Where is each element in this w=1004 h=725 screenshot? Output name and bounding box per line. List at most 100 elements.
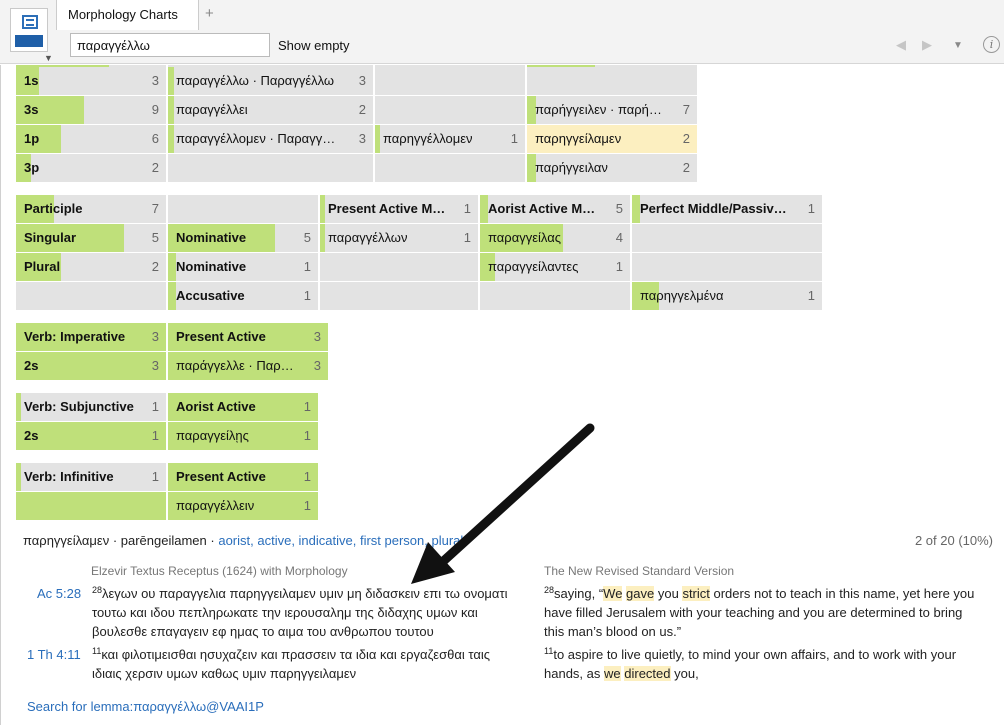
cell-p1p-impf[interactable]: παρηγγέλλομεν 1	[375, 125, 525, 153]
cell-inf2-form[interactable]: παραγγέλλειν 1	[168, 492, 318, 520]
cell-p1p-pres[interactable]: παραγγέλλομεν · Παραγγ… 3	[168, 125, 373, 153]
cell-bar	[168, 253, 176, 281]
cell-p1p-aor[interactable]: παρηγγείλαμεν 2	[527, 125, 697, 153]
lemma-input[interactable]	[70, 33, 270, 57]
cell-inf-label[interactable]: Verb: Infinitive 1	[16, 463, 166, 491]
left-version-heading: Elzevir Textus Receptus (1624) with Morp…	[91, 564, 348, 578]
english-verse-text[interactable]: 11to aspire to live quietly, to mind you…	[544, 645, 984, 683]
cell-count: 1	[303, 259, 311, 274]
cell-pl-case[interactable]: Nominative 1	[168, 253, 318, 281]
result-count: 2 of 20 (10%)	[914, 533, 993, 548]
highlighted-word: We	[603, 586, 623, 601]
back-arrow-icon[interactable]: ◀	[896, 37, 906, 53]
cell-count: 9	[151, 102, 159, 117]
cell-count: 2	[151, 259, 159, 274]
tab-morphology-charts[interactable]: Morphology Charts	[56, 0, 199, 30]
cell-count: 3	[151, 329, 159, 344]
cell-bar	[320, 195, 325, 223]
cell-pl-pmp[interactable]	[632, 253, 822, 281]
cell-sg-pmp[interactable]	[632, 224, 822, 252]
cell-part-aam[interactable]: Aorist Active Ma… 5	[480, 195, 630, 223]
search-lemma-link[interactable]: Search for lemma:παραγγέλλω@VAAI1P	[27, 699, 264, 714]
panel-menu-icon[interactable]	[10, 8, 48, 52]
cell-label: παραγγέλλειν	[176, 498, 255, 513]
cell-label: παρήγγειλεν · παρή…	[535, 102, 662, 117]
cell-p3p-label[interactable]: 3p 2	[16, 154, 166, 182]
cell-count: 3	[151, 358, 159, 373]
cell-count: 5	[303, 230, 311, 245]
cell-bar	[320, 224, 325, 252]
greek-verse-text[interactable]: 11και φιλοτιμεισθαι ησυχαζειν και πρασσε…	[92, 645, 517, 683]
cell-p1s-aor[interactable]	[527, 67, 697, 95]
selected-form-info: παρηγγείλαμεν · parēngeilamen · aorist, …	[23, 533, 463, 548]
cell-count: 6	[151, 131, 159, 146]
cell-part-pam[interactable]: Present Active M… 1	[320, 195, 478, 223]
cell-acc-pmp[interactable]: παρηγγελμένα 1	[632, 282, 822, 310]
history-dropdown-icon[interactable]: ▼	[953, 40, 963, 51]
cell-count: 4	[615, 230, 623, 245]
cell-part-pmp[interactable]: Perfect Middle/Passiv… 1	[632, 195, 822, 223]
cell-label: παραγγέλλομεν · Παραγγ…	[176, 131, 336, 146]
cell-p3s-label[interactable]: 3s 9	[16, 96, 166, 124]
cell-pl-pam[interactable]	[320, 253, 478, 281]
cell-p3s-aor[interactable]: παρήγγειλεν · παρή… 7	[527, 96, 697, 124]
cell-count: 3	[151, 73, 159, 88]
cell-p3p-impf[interactable]	[375, 154, 525, 182]
parse-link[interactable]: aorist, active, indicative, first person…	[218, 533, 463, 548]
forward-arrow-icon[interactable]: ▶	[922, 37, 932, 53]
verse-reference-link[interactable]: 1 Th 4:11	[27, 647, 81, 662]
english-text: you	[654, 586, 683, 601]
cell-p1p-label[interactable]: 1p 6	[16, 125, 166, 153]
greek-verse-text[interactable]: 28λεγων ου παραγγελια παρηγγειλαμεν υμιν…	[92, 584, 517, 641]
cell-label: Singular	[24, 230, 77, 245]
cell-imp2s-form[interactable]: παράγγελλε · Παρ… 3	[168, 352, 328, 380]
cell-p3p-pres[interactable]	[168, 154, 373, 182]
cell-pl-label[interactable]: Plural 2	[16, 253, 166, 281]
cell-sub-tense[interactable]: Aorist Active 1	[168, 393, 318, 421]
cell-count: 5	[151, 230, 159, 245]
cell-sub2s-form[interactable]: παραγγείλῃς 1	[168, 422, 318, 450]
cell-label: Present Active M…	[328, 201, 446, 216]
cell-inf-tense[interactable]: Present Active 1	[168, 463, 318, 491]
info-icon[interactable]: i	[983, 36, 1000, 53]
cell-acc-label[interactable]	[16, 282, 166, 310]
cell-count: 2	[682, 160, 690, 175]
cell-count: 2	[151, 160, 159, 175]
cell-sub2s-label[interactable]: 2s 1	[16, 422, 166, 450]
cell-imp2s-label[interactable]: 2s 3	[16, 352, 166, 380]
cell-p1s-label[interactable]: 1s 3	[16, 67, 166, 95]
cell-bar	[168, 125, 175, 153]
cell-acc-case[interactable]: Accusative 1	[168, 282, 318, 310]
cell-sg-label[interactable]: Singular 5	[16, 224, 166, 252]
cell-count: 3	[358, 73, 366, 88]
cell-sub-label[interactable]: Verb: Subjunctive 1	[16, 393, 166, 421]
cell-imp-label[interactable]: Verb: Imperative 3	[16, 323, 166, 351]
verse-reference-link[interactable]: Ac 5:28	[37, 586, 81, 601]
english-verse-text[interactable]: 28saying, “We gave you strict orders not…	[544, 584, 984, 641]
cell-p3s-impf[interactable]	[375, 96, 525, 124]
panel-caret-icon[interactable]: ▼	[44, 53, 53, 63]
show-empty-toggle[interactable]: Show empty	[278, 38, 350, 53]
cell-acc-pam[interactable]	[320, 282, 478, 310]
cell-bar	[16, 463, 21, 491]
cell-bar	[168, 96, 175, 124]
cell-imp-tense[interactable]: Present Active 3	[168, 323, 328, 351]
cell-part-label[interactable]: Participle 7	[16, 195, 166, 223]
cell-bar	[168, 282, 176, 310]
cell-pl-aam[interactable]: παραγγείλαντες 1	[480, 253, 630, 281]
cell-bar	[375, 125, 380, 153]
cell-acc-aam[interactable]	[480, 282, 630, 310]
cell-inf2-label[interactable]	[16, 492, 166, 520]
cell-sg-case[interactable]: Nominative 5	[168, 224, 318, 252]
cell-label: παραγγείλῃς	[176, 428, 249, 443]
cell-p1s-pres[interactable]: παραγγέλλω · Παραγγέλλω 3	[168, 67, 373, 95]
cell-label: παραγγέλλων	[328, 230, 408, 245]
cell-p3s-pres[interactable]: παραγγέλλει 2	[168, 96, 373, 124]
cell-p1s-impf[interactable]	[375, 67, 525, 95]
cell-sg-aam[interactable]: παραγγείλας 4	[480, 224, 630, 252]
cell-p3p-aor[interactable]: παρήγγειλαν 2	[527, 154, 697, 182]
cell-sg-pam[interactable]: παραγγέλλων 1	[320, 224, 478, 252]
cell-bar	[16, 393, 21, 421]
cell-part-case[interactable]	[168, 195, 318, 223]
add-tab-button[interactable]: +	[205, 5, 214, 22]
